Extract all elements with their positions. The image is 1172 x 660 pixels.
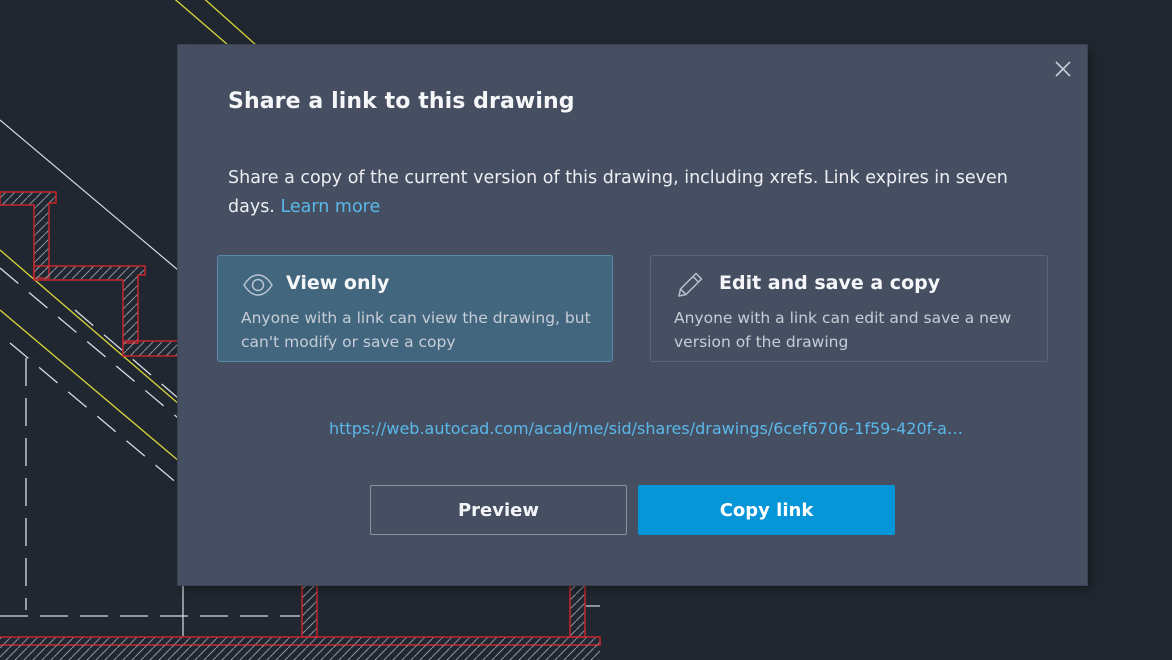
share-link-dialog: Share a link to this drawing Share a cop… — [178, 45, 1087, 585]
dialog-description: Share a copy of the current version of t… — [228, 164, 1028, 221]
eye-icon — [243, 274, 273, 296]
cad-bottom-wall — [0, 584, 601, 660]
dialog-title: Share a link to this drawing — [228, 89, 575, 114]
close-icon — [1055, 61, 1071, 77]
option-title: Edit and save a copy — [719, 272, 941, 294]
pencil-icon — [678, 272, 703, 297]
preview-button[interactable]: Preview — [370, 485, 627, 535]
close-button[interactable] — [1053, 59, 1073, 79]
cad-stair-steps — [0, 191, 179, 357]
share-url-link[interactable]: https://web.autocad.com/acad/me/sid/shar… — [329, 419, 963, 438]
copy-link-button[interactable]: Copy link — [638, 485, 895, 535]
learn-more-link[interactable]: Learn more — [280, 197, 380, 217]
option-edit-and-save[interactable]: Edit and save a copy Anyone with a link … — [650, 255, 1048, 362]
option-description: Anyone with a link can view the drawing,… — [241, 309, 591, 351]
option-description: Anyone with a link can edit and save a n… — [674, 309, 1012, 351]
option-title: View only — [286, 272, 390, 294]
option-view-only[interactable]: View only Anyone with a link can view th… — [217, 255, 613, 362]
cad-dashed-lines — [0, 267, 179, 485]
